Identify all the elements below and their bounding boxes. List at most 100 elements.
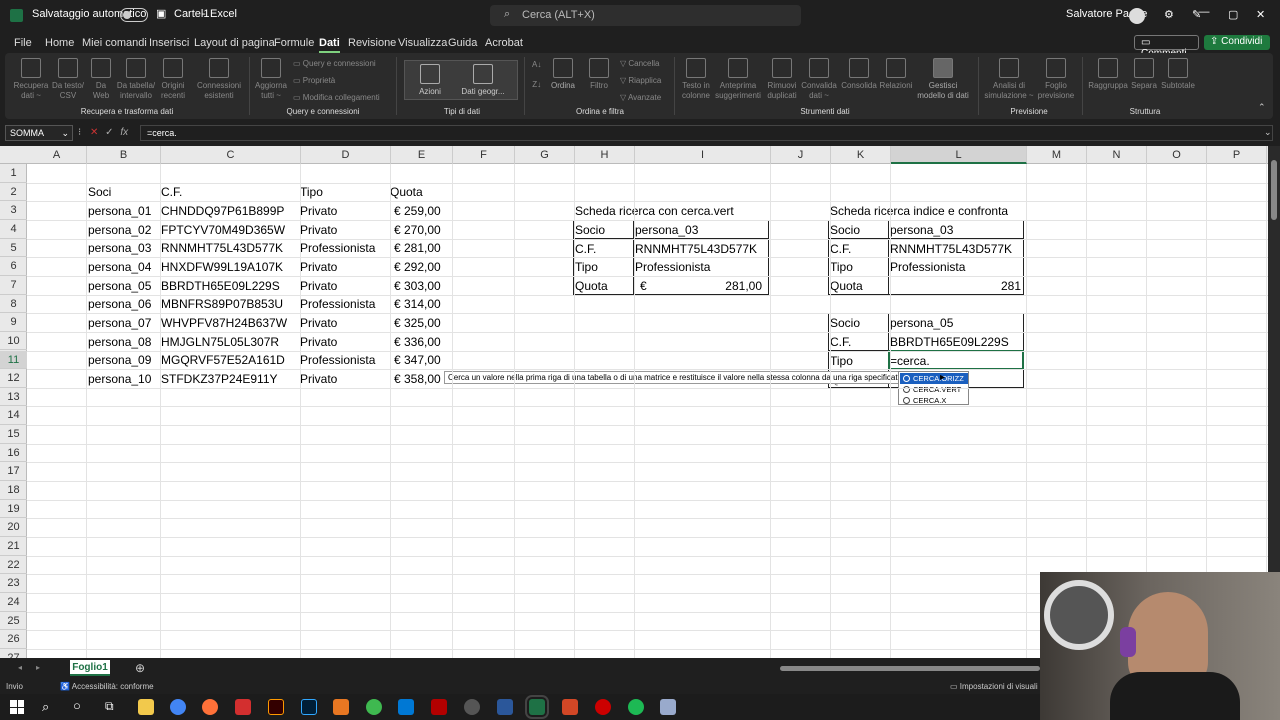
row-header-25[interactable]: 25 — [0, 612, 27, 631]
add-sheet-icon[interactable]: ⊕ — [135, 661, 145, 675]
active-cell-content[interactable]: =cerca. — [890, 352, 930, 370]
card2-value[interactable]: Professionista — [890, 258, 965, 276]
ribbon-relazioni[interactable]: Relazioni — [878, 58, 914, 91]
row-header-8[interactable]: 8 — [0, 295, 27, 314]
header-soci[interactable]: Soci — [88, 183, 111, 201]
menu-formule[interactable]: Formule — [274, 37, 314, 49]
menu-revisione[interactable]: Revisione — [348, 37, 396, 49]
search-input[interactable]: ⌕ Cerca (ALT+X) — [490, 5, 801, 26]
ribbon-query-connessioni[interactable]: ▭ Query e connessioni — [293, 59, 376, 69]
ribbon-connessioni[interactable]: Connessioni esistenti — [194, 58, 244, 101]
ribbon-filtro[interactable]: Filtro — [586, 58, 612, 91]
socio-cell[interactable]: persona_04 — [88, 258, 151, 276]
column-header-p[interactable]: P — [1207, 146, 1267, 164]
ribbon-origini-recenti[interactable]: Origini recenti — [158, 58, 188, 101]
row-header-2[interactable]: 2 — [0, 183, 27, 202]
socio-cell[interactable]: persona_09 — [88, 351, 151, 369]
quota-cell[interactable]: € 303,00 — [394, 277, 441, 295]
quota-cell[interactable]: € 281,00 — [394, 239, 441, 257]
accessibility-status[interactable]: ♿ Accessibilità: conforme — [60, 682, 154, 691]
autocomplete-item[interactable]: CERCA.VERT — [900, 384, 968, 395]
card1-label[interactable]: Tipo — [575, 258, 598, 276]
cf-cell[interactable]: CHNDDQ97P61B899P — [161, 202, 284, 220]
menu-guida[interactable]: Guida — [448, 37, 477, 49]
xampp-icon[interactable] — [333, 699, 349, 715]
card2-label[interactable]: C.F. — [830, 240, 851, 258]
opera-icon[interactable] — [595, 699, 611, 715]
save-icon[interactable]: ▣ — [156, 7, 166, 20]
search-icon[interactable]: ⌕ — [42, 699, 49, 715]
file-explorer-icon[interactable] — [138, 699, 154, 715]
socio-cell[interactable]: persona_07 — [88, 314, 151, 332]
header-quota[interactable]: Quota — [390, 183, 423, 201]
windows-start-icon[interactable] — [10, 700, 24, 714]
quota-cell[interactable]: € 325,00 — [394, 314, 441, 332]
socio-cell[interactable]: persona_05 — [88, 277, 151, 295]
row-header-4[interactable]: 4 — [0, 220, 27, 239]
row-header-3[interactable]: 3 — [0, 201, 27, 220]
row-header-14[interactable]: 14 — [0, 406, 27, 426]
autocomplete-item[interactable]: CERCA.X — [900, 395, 968, 406]
cf-cell[interactable]: MBNFRS89P07B853U — [161, 295, 283, 313]
column-header-b[interactable]: B — [87, 146, 161, 164]
card2-value[interactable]: 281 — [890, 277, 1021, 295]
card1-label[interactable]: Quota — [575, 277, 608, 295]
task-view-icon[interactable]: ⧉ — [105, 699, 114, 714]
socio-cell[interactable]: persona_10 — [88, 370, 151, 388]
tipo-cell[interactable]: Privato — [300, 277, 337, 295]
tipo-cell[interactable]: Professionista — [300, 351, 375, 369]
share-button[interactable]: ⇪ Condividi — [1204, 35, 1270, 50]
acrobat-icon[interactable] — [235, 699, 251, 715]
ribbon-consolida[interactable]: Consolida — [840, 58, 878, 91]
formula-input[interactable]: =cerca. — [140, 125, 1273, 141]
row-header-15[interactable]: 15 — [0, 425, 27, 444]
spotify-icon[interactable] — [628, 699, 644, 715]
column-header-h[interactable]: H — [575, 146, 635, 164]
cf-cell[interactable]: HNXDFW99L19A107K — [161, 258, 283, 276]
socio-cell[interactable]: persona_01 — [88, 202, 151, 220]
chrome-icon[interactable] — [170, 699, 186, 715]
quota-cell[interactable]: € 270,00 — [394, 221, 441, 239]
row-header-16[interactable]: 16 — [0, 444, 27, 463]
row-header-17[interactable]: 17 — [0, 462, 27, 482]
ribbon-rimuovi-duplicati[interactable]: Rimuovi duplicati — [764, 58, 800, 101]
card1-value[interactable]: 281,00 — [680, 277, 762, 295]
menu-file[interactable]: File — [14, 37, 32, 49]
row-header-9[interactable]: 9 — [0, 313, 27, 332]
card1-value[interactable]: RNNMHT75L43D577K — [635, 240, 757, 258]
card3-label[interactable]: Tipo — [830, 352, 853, 370]
header-tipo[interactable]: Tipo — [300, 183, 323, 201]
column-header-j[interactable]: J — [771, 146, 831, 164]
maximize-icon[interactable]: ▢ — [1228, 8, 1238, 21]
ribbon-riapplica[interactable]: ▽ Riapplica — [620, 76, 661, 86]
card2-label[interactable]: Tipo — [830, 258, 853, 276]
tipo-cell[interactable]: Privato — [300, 370, 337, 388]
cf-cell[interactable]: HMJGLN75L05L307R — [161, 333, 279, 351]
ribbon-ordina[interactable]: Ordina — [549, 58, 577, 91]
card1-label[interactable]: Socio — [575, 221, 605, 239]
card3-value[interactable]: BBRDTH65E09L229S — [890, 333, 1009, 351]
card3-label[interactable]: Socio — [830, 314, 860, 332]
settings-icon[interactable]: ⚙ — [1164, 8, 1174, 21]
column-header-a[interactable]: A — [27, 146, 87, 164]
quota-cell[interactable]: € 358,00 — [394, 370, 441, 388]
ribbon-modifica-collegamenti[interactable]: ▭ Modifica collegamenti — [293, 93, 380, 103]
menu-miei-comandi[interactable]: Miei comandi — [82, 37, 147, 49]
quota-cell[interactable]: € 292,00 — [394, 258, 441, 276]
quota-cell[interactable]: € 347,00 — [394, 351, 441, 369]
quota-cell[interactable]: € 336,00 — [394, 333, 441, 351]
cf-cell[interactable]: MGQRVF57E52A161D — [161, 351, 285, 369]
cortana-icon[interactable]: ○ — [73, 698, 81, 713]
ribbon-anteprima[interactable]: Anteprima suggerimenti — [714, 58, 762, 101]
ribbon-cancella[interactable]: ▽ Cancella — [620, 59, 660, 69]
vscode-icon[interactable] — [398, 699, 414, 715]
app-icon[interactable] — [366, 699, 382, 715]
row-header-27[interactable]: 27 — [0, 649, 27, 658]
sort-az-icon[interactable]: A↓ Z↓ — [532, 60, 541, 90]
ribbon-raggruppa[interactable]: Raggruppa — [1086, 58, 1130, 91]
obs-icon[interactable] — [464, 699, 480, 715]
ribbon-recupera-dati[interactable]: Recupera dati ~ — [10, 58, 52, 101]
tipo-cell[interactable]: Professionista — [300, 295, 375, 313]
expand-formula-icon[interactable]: ⌄ — [1264, 127, 1272, 138]
ribbon-foglio-previsione[interactable]: Foglio previsione — [1036, 58, 1076, 101]
